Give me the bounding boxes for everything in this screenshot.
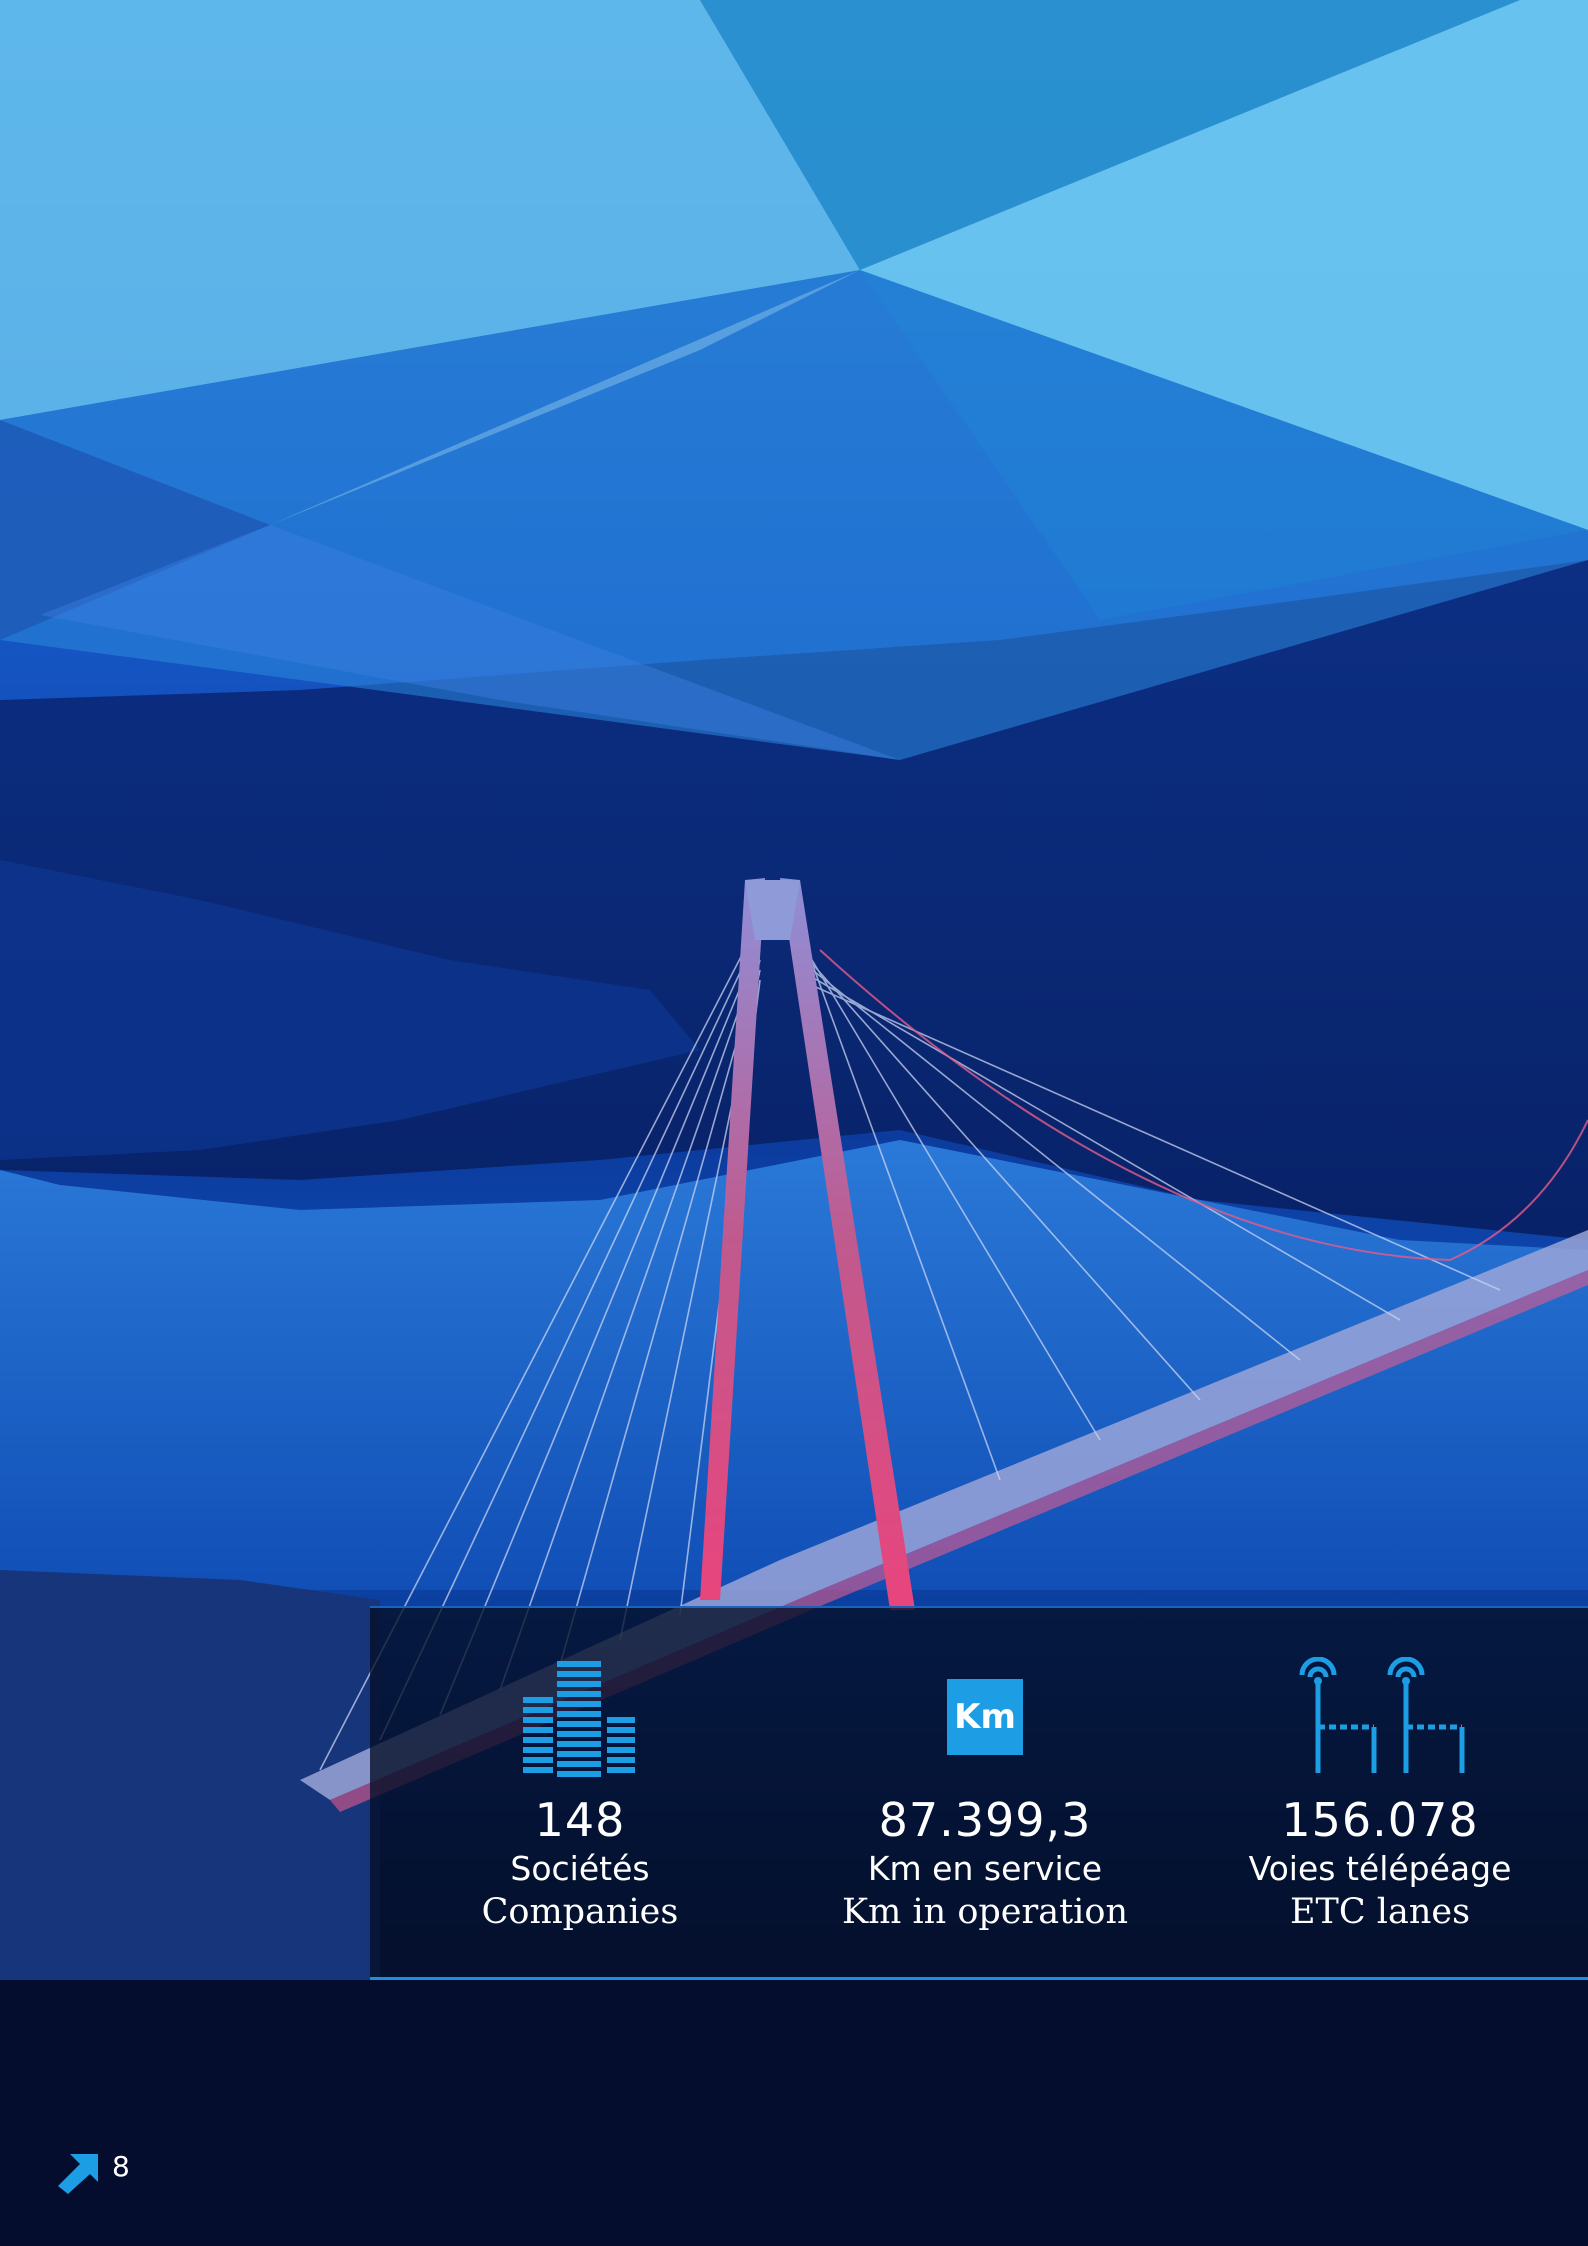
stat-label-en: ETC lanes — [1289, 1892, 1471, 1932]
stat-label-en: Companies — [481, 1892, 679, 1932]
toll-gantry-icon — [1299, 1657, 1465, 1773]
stat-value: 148 — [534, 1793, 626, 1847]
stat-etc-lanes: 156.078 Voies télépéage ETC lanes — [1200, 1648, 1560, 1934]
stat-label-fr: Sociétés — [510, 1849, 650, 1888]
arrow-up-right-icon — [58, 2154, 98, 2194]
stat-km-in-operation: Km 87.399,3 Km en service Km in operatio… — [800, 1648, 1170, 1934]
page-footer: 8 — [58, 2150, 130, 2194]
stat-label-en: Km in operation — [842, 1892, 1128, 1932]
stat-value: 156.078 — [1281, 1793, 1479, 1847]
buildings-icon — [523, 1661, 635, 1777]
annual-report-page: 148 Sociétés Companies Km 87.399,3 Km en… — [0, 0, 1588, 2246]
stat-value: 87.399,3 — [878, 1793, 1092, 1847]
page-number: 8 — [112, 2149, 130, 2183]
stat-companies: 148 Sociétés Companies — [430, 1648, 730, 1934]
key-figures-panel: 148 Sociétés Companies Km 87.399,3 Km en… — [370, 1606, 1588, 1980]
stat-label-fr: Voies télépéage — [1248, 1849, 1512, 1888]
stat-label-fr: Km en service — [867, 1849, 1103, 1888]
km-icon: Km — [947, 1679, 1023, 1755]
